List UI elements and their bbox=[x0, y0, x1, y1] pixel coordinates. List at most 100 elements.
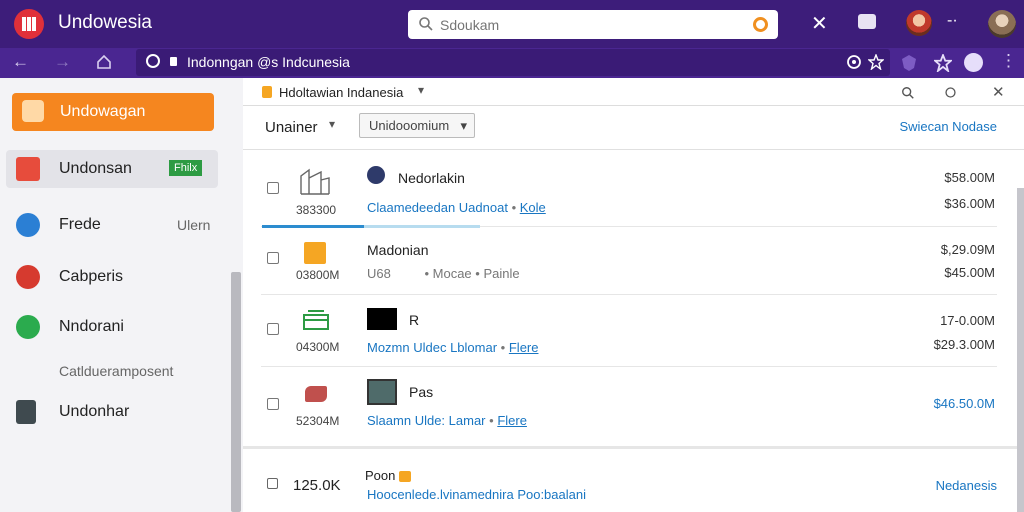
close-tab-icon[interactable]: ✕ bbox=[992, 83, 1005, 101]
folder-icon bbox=[22, 100, 44, 122]
row-checkbox[interactable] bbox=[267, 252, 279, 264]
footer: 125.0K Poon Hoocenlede.lvinamednira Poo:… bbox=[243, 446, 1024, 512]
sidebar: Undowagan Undonsan Fhilx Frede Ulern Cab… bbox=[0, 78, 243, 512]
row-tag-link[interactable]: Flere bbox=[509, 340, 539, 355]
filter-select-value: Unidooomium bbox=[369, 118, 450, 133]
chevron-down-icon[interactable]: ▾ bbox=[418, 83, 424, 97]
sidebar-item-undonhar[interactable]: Undonhar bbox=[6, 393, 218, 431]
avatar[interactable] bbox=[906, 10, 932, 36]
app-logo-icon bbox=[14, 9, 44, 39]
row-separator: • bbox=[489, 413, 494, 428]
row-title: Nedorlakin bbox=[398, 170, 465, 186]
toolbar: Unainer ▾ Unidooomium ▾ Swiecan Nodase bbox=[243, 106, 1024, 150]
product-icon bbox=[305, 386, 327, 402]
sidebar-item-undowagan[interactable]: Undowagan bbox=[12, 93, 214, 131]
shield-icon[interactable] bbox=[900, 54, 918, 72]
collapse-icon[interactable] bbox=[267, 478, 278, 489]
row-title: R bbox=[409, 312, 420, 328]
message-icon[interactable] bbox=[858, 14, 876, 29]
row-amount: $58.00M bbox=[944, 170, 995, 185]
forward-arrow-icon[interactable]: → bbox=[54, 52, 71, 72]
sidebar-item-undonsan[interactable]: Undonsan Fhilx bbox=[6, 150, 218, 188]
home-icon[interactable] bbox=[96, 54, 112, 70]
row-amount-secondary: $45.00M bbox=[944, 265, 995, 280]
sidebar-item-label: Undowagan bbox=[60, 103, 146, 120]
puzzle-icon bbox=[16, 157, 40, 181]
title-bar: Undowesia ✕ -· bbox=[0, 0, 1024, 48]
close-icon[interactable]: ✕ bbox=[811, 11, 828, 36]
refresh-icon[interactable] bbox=[944, 86, 957, 99]
row-separator: • bbox=[511, 200, 517, 215]
row-code: 04300M bbox=[296, 340, 340, 354]
table-row[interactable]: 52304M Pas Slaamn Ulde: Lamar • Flere $4… bbox=[261, 368, 997, 440]
sidebar-item-cabperis[interactable]: Cabperis bbox=[6, 258, 218, 296]
search-input[interactable] bbox=[440, 14, 740, 35]
navigation-bar: ← → Indonngan @s Indcunesia ⋮ bbox=[0, 48, 1024, 78]
search-box[interactable] bbox=[408, 10, 778, 39]
table-row[interactable]: 03800M Madonian U68 • Mocae • Painle $,2… bbox=[261, 228, 997, 295]
back-arrow-icon[interactable]: ← bbox=[12, 52, 29, 72]
minimize-icon[interactable]: -· bbox=[947, 12, 958, 30]
footer-title-text: Poon bbox=[365, 468, 396, 483]
sidebar-item-label: Frede bbox=[59, 216, 101, 233]
tab-icon bbox=[262, 86, 272, 98]
row-sub-link[interactable]: U68 bbox=[367, 266, 391, 281]
footer-count: 125.0K bbox=[293, 477, 341, 494]
row-avatar-icon bbox=[367, 166, 385, 184]
play-icon bbox=[16, 265, 40, 289]
row-sub-link[interactable]: Claamedeedan Uadnoat bbox=[367, 200, 508, 215]
profile-avatar[interactable] bbox=[988, 10, 1016, 38]
menu-icon[interactable]: ⋮ bbox=[1000, 51, 1017, 71]
account-icon[interactable] bbox=[964, 53, 983, 72]
star-icon[interactable] bbox=[934, 54, 952, 72]
row-tag-link[interactable]: Flere bbox=[497, 413, 527, 428]
content-scrollbar[interactable] bbox=[1017, 188, 1024, 512]
chevron-down-icon[interactable]: ▾ bbox=[329, 117, 335, 131]
footer-link[interactable]: Hoocenlede.lvinamednira Poo:baalani bbox=[367, 487, 586, 502]
row-tag-link[interactable]: • Mocae • Painle bbox=[424, 266, 519, 281]
main-panel: Hdoltawian Indanesia ▾ ✕ Unainer ▾ Unido… bbox=[243, 78, 1024, 512]
globe-icon bbox=[16, 213, 40, 237]
row-tag-link[interactable]: Kole bbox=[520, 200, 546, 215]
search-icon bbox=[419, 17, 433, 31]
row-separator: • bbox=[500, 340, 506, 355]
row-code: 383300 bbox=[296, 203, 337, 217]
tab-label[interactable]: Hdoltawian Indanesia bbox=[279, 85, 403, 100]
tab-bar: Hdoltawian Indanesia ▾ ✕ bbox=[243, 78, 1024, 106]
sidebar-scrollbar[interactable] bbox=[231, 272, 241, 512]
status-badge: Fhilx bbox=[169, 160, 203, 176]
folder-icon bbox=[304, 242, 326, 264]
footer-title: Poon bbox=[365, 468, 411, 483]
row-sub-link[interactable]: Mozmn Uldec Lblomar bbox=[367, 340, 497, 355]
search-icon[interactable] bbox=[901, 86, 915, 100]
row-checkbox[interactable] bbox=[267, 182, 279, 194]
lock-icon bbox=[170, 57, 177, 66]
row-code: 52304M bbox=[296, 414, 340, 428]
sidebar-item-label: Nndorani bbox=[59, 318, 124, 335]
row-sub-link[interactable]: Slaamn Ulde: Lamar bbox=[367, 413, 486, 428]
money-icon bbox=[303, 310, 329, 330]
row-title: Madonian bbox=[367, 242, 429, 258]
row-checkbox[interactable] bbox=[267, 323, 279, 335]
info-icon[interactable] bbox=[146, 54, 160, 68]
sidebar-item-nndorani[interactable]: Nndorani bbox=[6, 308, 218, 346]
address-bar[interactable]: Indonngan @s Indcunesia bbox=[136, 49, 890, 76]
filter-select[interactable]: Unidooomium ▾ bbox=[359, 113, 475, 138]
tag-icon bbox=[399, 471, 411, 483]
row-amount: $,29.09M bbox=[940, 242, 995, 257]
row-code: 03800M bbox=[296, 268, 340, 282]
bookmark-star-icon[interactable] bbox=[868, 54, 884, 70]
sidebar-subheading: Catldueramposent bbox=[59, 363, 174, 379]
table-row[interactable]: 04300M R Mozmn Uldec Lblomar • Flere 17-… bbox=[261, 295, 997, 367]
search-badge-icon[interactable] bbox=[753, 17, 768, 32]
row-amount: 17-0.00M bbox=[940, 313, 995, 328]
refresh-icon[interactable] bbox=[846, 54, 862, 70]
table-row[interactable]: 383300 Nedorlakin Claamedeedan Uadnoat •… bbox=[261, 150, 997, 227]
sidebar-item-frede[interactable]: Frede Ulern bbox=[6, 206, 218, 244]
toolbar-link[interactable]: Swiecan Nodase bbox=[899, 119, 997, 134]
row-amount-secondary: $36.00M bbox=[944, 196, 995, 211]
address-url[interactable]: Indonngan @s Indcunesia bbox=[187, 54, 350, 70]
row-checkbox[interactable] bbox=[267, 398, 279, 410]
footer-right-link[interactable]: Nedanesis bbox=[936, 478, 997, 493]
row-amount: $46.50.0M bbox=[933, 396, 995, 411]
